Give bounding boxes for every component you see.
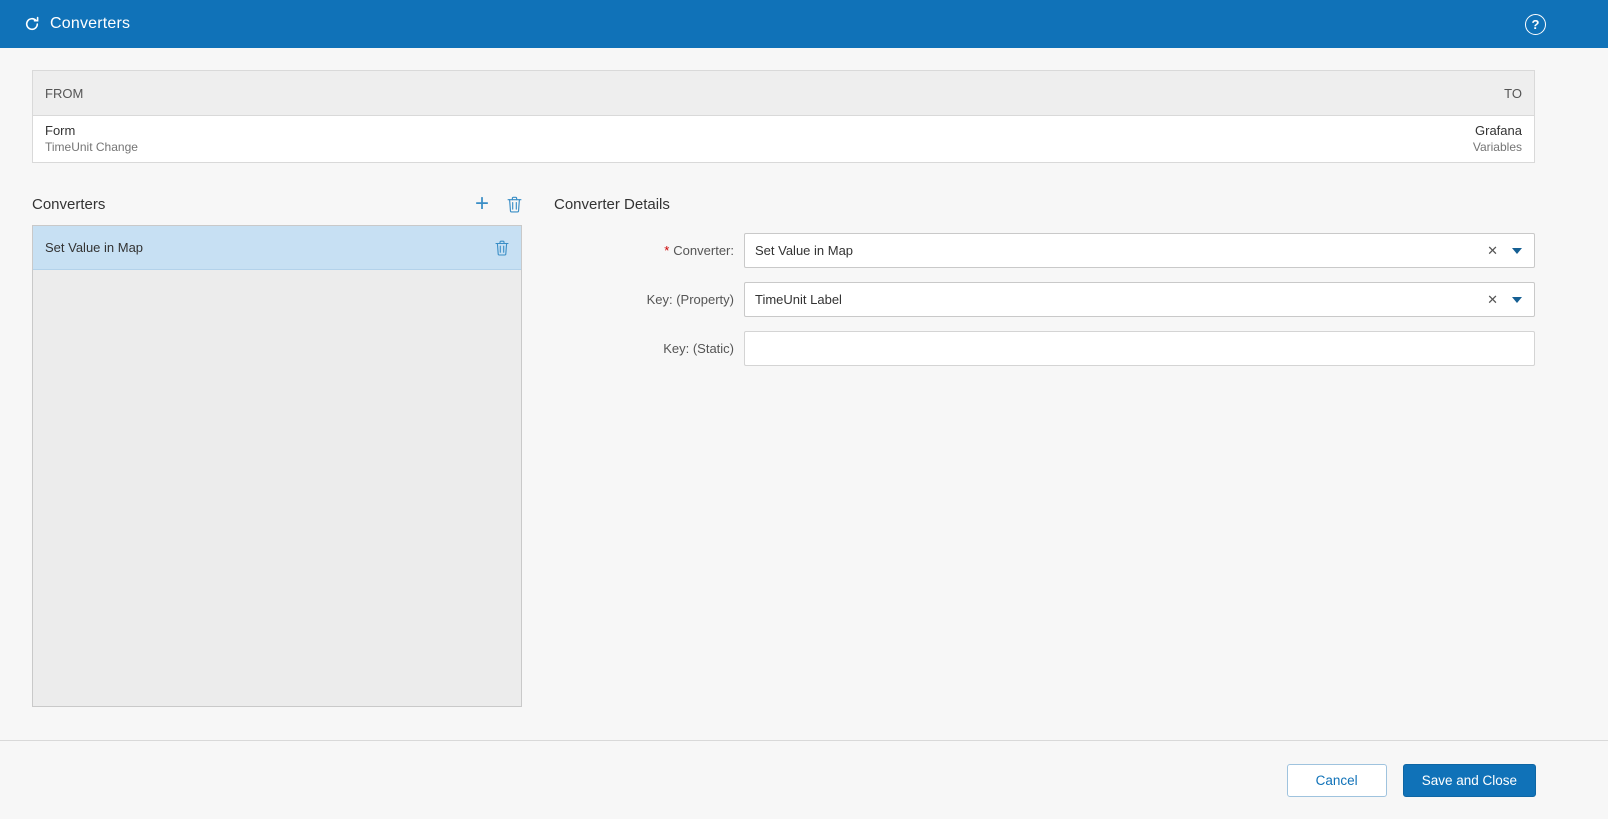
converter-details-panel: Converter Details * Converter: Set Value … (554, 191, 1535, 707)
key-property-combobox-value: TimeUnit Label (755, 292, 842, 307)
app-header-left: Converters (24, 15, 1525, 33)
converter-combobox[interactable]: Set Value in Map ✕ (744, 233, 1535, 268)
converter-list-item[interactable]: Set Value in Map (33, 226, 521, 270)
mapping-table: FROM TO Form TimeUnit Change Grafana Var… (32, 70, 1535, 163)
footer-bar: Cancel Save and Close (0, 740, 1608, 819)
app-header: Converters ? (0, 0, 1608, 48)
save-and-close-button[interactable]: Save and Close (1402, 763, 1536, 797)
mapping-to-cell: Grafana Variables (1473, 123, 1522, 154)
main-content: FROM TO Form TimeUnit Change Grafana Var… (0, 48, 1608, 740)
key-static-input[interactable] (744, 331, 1535, 366)
mapping-from-cell: Form TimeUnit Change (45, 123, 138, 154)
converter-field-row: * Converter: Set Value in Map ✕ (554, 233, 1535, 268)
page-title: Converters (50, 15, 131, 32)
chevron-down-icon[interactable] (1512, 296, 1522, 303)
cancel-button[interactable]: Cancel (1286, 763, 1387, 797)
delete-converters-button[interactable] (507, 196, 522, 213)
to-name: Variables (1472, 139, 1522, 154)
from-column-header: FROM (45, 85, 84, 101)
converters-panel-title: Converters (32, 195, 106, 213)
mapping-table-header: FROM TO (33, 71, 1534, 116)
help-icon[interactable]: ? (1525, 13, 1546, 35)
converter-details-title: Converter Details (554, 195, 670, 213)
key-static-field-row: Key: (Static) (554, 331, 1535, 366)
converters-panel: Converters + Set Value in Map (32, 191, 522, 707)
key-property-field-label: Key: (Property) (646, 292, 734, 307)
from-type: Form (45, 123, 76, 139)
converter-item-label: Set Value in Map (45, 240, 144, 255)
converter-combobox-value: Set Value in Map (755, 243, 854, 258)
required-asterisk: * (664, 243, 670, 258)
chevron-down-icon[interactable] (1512, 247, 1522, 254)
mapping-row: Form TimeUnit Change Grafana Variables (33, 116, 1534, 162)
delete-converter-item-button[interactable] (495, 240, 509, 256)
clear-icon[interactable]: ✕ (1481, 293, 1504, 306)
converter-field-label: * Converter: (664, 243, 734, 258)
key-property-field-row: Key: (Property) TimeUnit Label ✕ (554, 282, 1535, 317)
to-column-header: TO (1504, 85, 1522, 101)
clear-icon[interactable]: ✕ (1481, 244, 1504, 257)
add-converter-button[interactable]: + (475, 192, 489, 216)
to-type: Grafana (1475, 123, 1522, 139)
sync-icon (24, 16, 40, 32)
from-name: TimeUnit Change (45, 139, 138, 154)
key-static-field-label: Key: (Static) (663, 341, 734, 356)
converter-list: Set Value in Map (32, 225, 522, 707)
key-property-combobox[interactable]: TimeUnit Label ✕ (744, 282, 1535, 317)
